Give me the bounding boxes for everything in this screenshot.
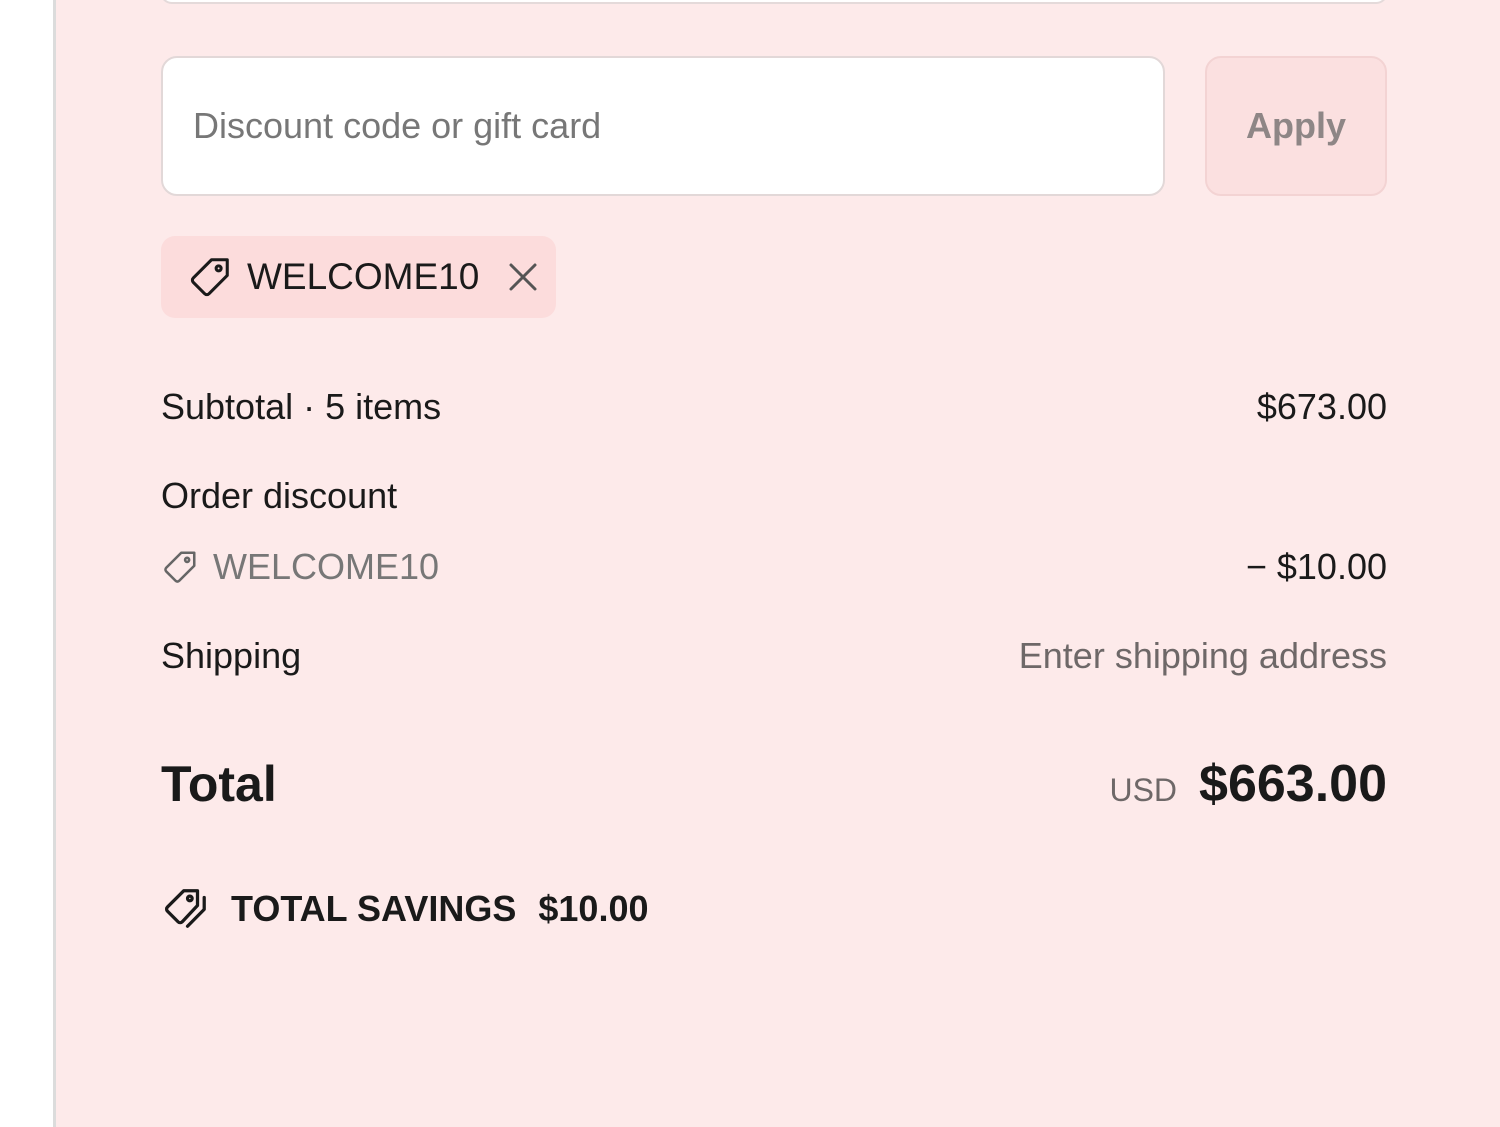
applied-code-chip: WELCOME10 <box>161 236 556 318</box>
left-gutter <box>0 0 53 1127</box>
order-discount-label: Order discount <box>161 475 398 516</box>
discount-code-input[interactable] <box>161 56 1165 196</box>
tags-icon <box>161 886 211 932</box>
subtotal-row: Subtotal · 5 items $673.00 <box>161 384 1387 430</box>
total-amount: $663.00 <box>1199 755 1387 813</box>
shipping-value: Enter shipping address <box>1018 635 1387 676</box>
previous-field-edge <box>160 0 1388 4</box>
total-savings-label: TOTAL SAVINGS <box>231 888 517 929</box>
currency-code: USD <box>1109 772 1178 808</box>
close-icon[interactable] <box>505 259 541 295</box>
total-row: Total USD $663.00 <box>161 752 1387 816</box>
tag-icon <box>161 548 199 586</box>
order-discount-code: WELCOME10 <box>213 546 440 587</box>
shipping-label: Shipping <box>161 635 302 676</box>
shipping-row: Shipping Enter shipping address <box>161 633 1387 679</box>
total-savings: TOTAL SAVINGS $10.00 <box>161 886 648 932</box>
subtotal-value: $673.00 <box>1256 386 1387 427</box>
applied-code-label: WELCOME10 <box>247 256 480 297</box>
order-discount-code-row: WELCOME10 − $10.00 <box>161 544 1387 590</box>
total-savings-amount: $10.00 <box>538 888 649 929</box>
apply-button[interactable]: Apply <box>1205 56 1387 196</box>
order-discount-row: Order discount <box>161 473 1387 519</box>
total-label: Total <box>161 756 277 812</box>
subtotal-label: Subtotal · 5 items <box>161 386 442 427</box>
order-discount-value: − $10.00 <box>1245 546 1387 587</box>
tag-icon <box>187 254 233 300</box>
